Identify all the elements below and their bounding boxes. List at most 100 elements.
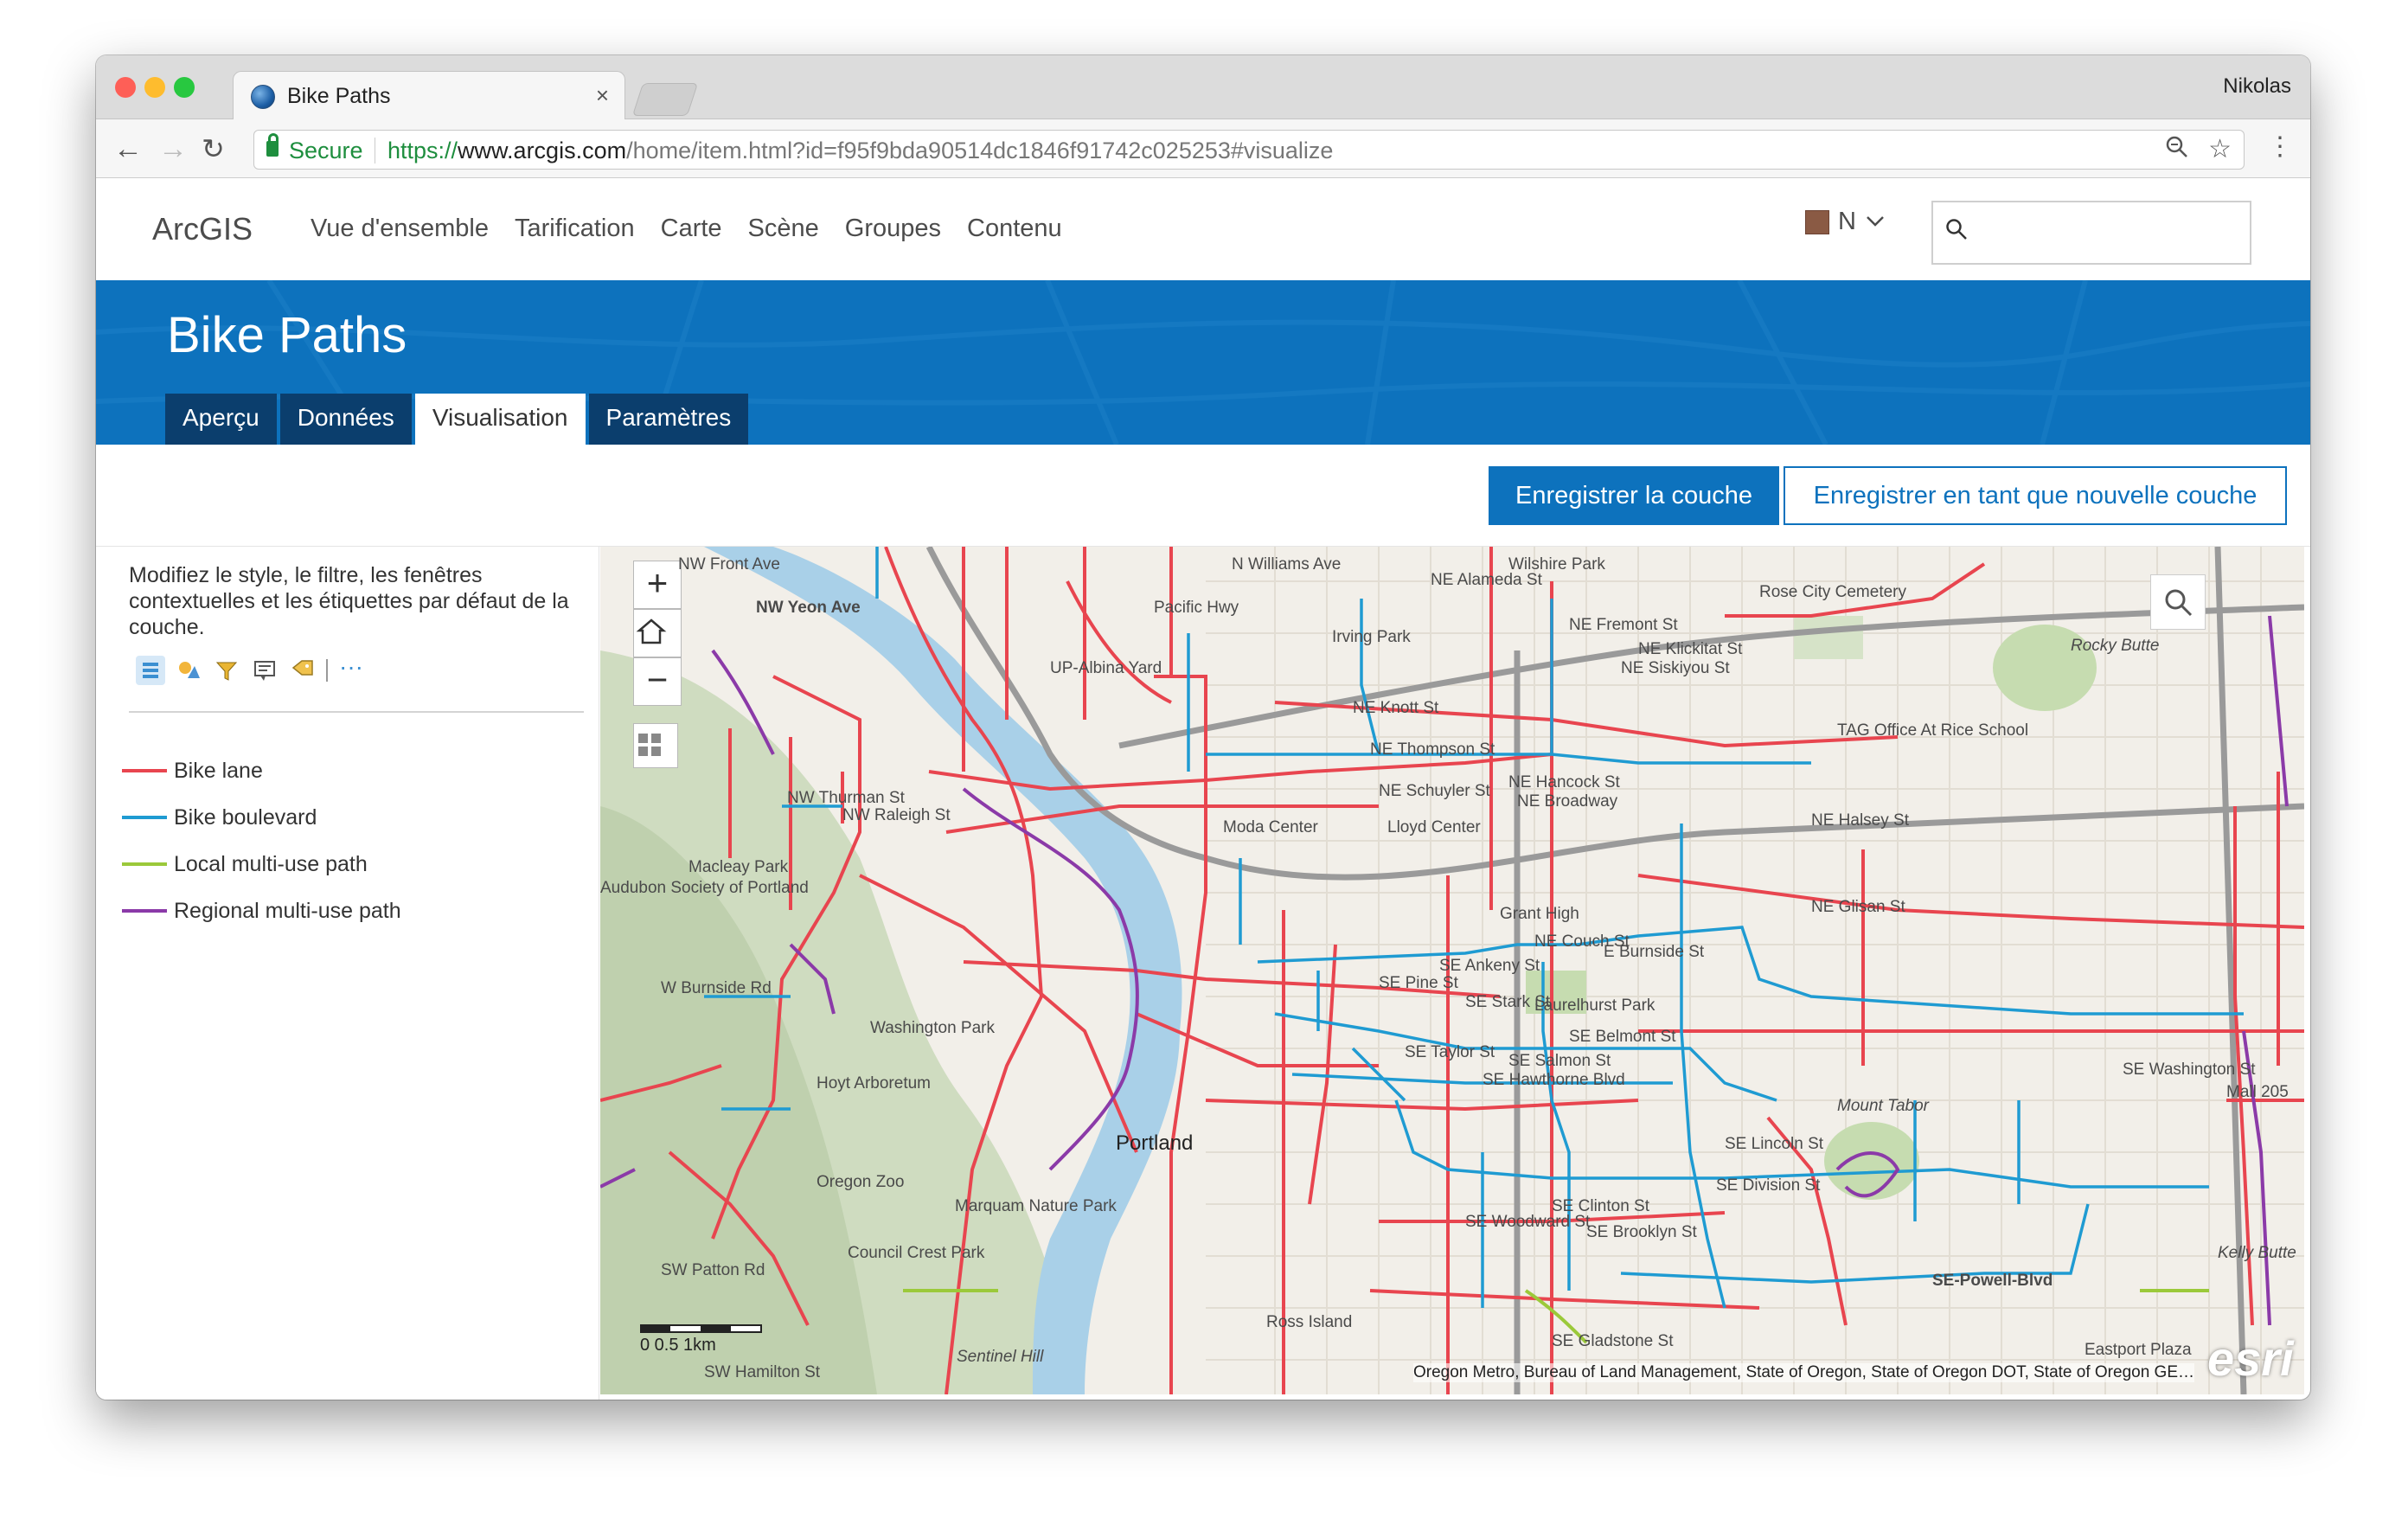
nav-groups[interactable]: Groupes <box>845 215 941 243</box>
map-label: SE Washington St <box>2123 1061 2256 1079</box>
map-label: NW Front Ave <box>678 555 780 574</box>
map-label: Irving Park <box>1332 628 1411 646</box>
map-label: Mall 205 <box>2226 1083 2289 1101</box>
reload-icon[interactable]: ↻ <box>202 131 225 166</box>
nav-content[interactable]: Contenu <box>967 215 1062 243</box>
map-label: Grant High <box>1500 905 1579 923</box>
tab-title: Bike Paths <box>287 84 391 108</box>
layer-style-icon[interactable] <box>136 656 165 685</box>
close-window-button[interactable] <box>115 77 136 98</box>
map-label: NW Yeon Ave <box>756 599 861 617</box>
map-label: Portland <box>1116 1131 1194 1155</box>
url-path: /home/item.html?id=f95f9bda90514dc1846f9… <box>626 138 1334 163</box>
map-label: SE Hawthorne Blvd <box>1483 1071 1625 1089</box>
map-search-button[interactable] <box>2150 574 2206 630</box>
map-label: NE Thompson St <box>1370 740 1495 759</box>
more-options-icon[interactable]: ··· <box>336 655 366 685</box>
tab-visualization[interactable]: Visualisation <box>414 394 586 445</box>
nav-pricing[interactable]: Tarification <box>515 215 635 243</box>
map-label: Washington Park <box>870 1019 995 1037</box>
map-label: NW Thurman St <box>787 789 905 807</box>
basemap-gallery-icon[interactable] <box>633 723 678 768</box>
filter-icon[interactable] <box>212 656 241 685</box>
rose-city-cemetery <box>1794 616 1863 659</box>
map-label: TAG Office At Rice School <box>1837 721 2029 740</box>
avatar <box>1805 209 1829 234</box>
profile-name[interactable]: Nikolas <box>2223 74 2291 99</box>
map-label: Mount Tabor <box>1837 1097 1929 1115</box>
map-label: SE-Powell-Blvd <box>1932 1272 2053 1290</box>
zoom-magnifier-icon[interactable] <box>2164 134 2190 167</box>
map-label: NE Schuyler St <box>1379 782 1490 800</box>
map-label: SE Taylor St <box>1405 1043 1495 1061</box>
browser-menu-icon[interactable]: ⋮ <box>2267 131 2293 162</box>
page-title: Bike Paths <box>167 307 407 363</box>
arcgis-header: ArcGIS Vue d'ensemble Tarification Carte… <box>96 178 2310 280</box>
labels-icon[interactable] <box>288 656 317 685</box>
url-text[interactable]: https://www.arcgis.com/home/item.html?id… <box>387 138 1333 164</box>
save-as-new-layer-button[interactable]: Enregistrer en tant que nouvelle couche <box>1784 466 2287 525</box>
browser-tab[interactable]: Bike Paths × <box>233 71 625 120</box>
map-label: SE Clinton St <box>1552 1197 1649 1215</box>
back-arrow-icon[interactable]: ← <box>113 131 143 166</box>
map-label: Rose City Cemetery <box>1759 583 1906 601</box>
map-label: N Williams Ave <box>1232 555 1342 574</box>
address-bar[interactable]: Secure https://www.arcgis.com/home/item.… <box>253 130 2245 170</box>
map-label: Eastport Plaza <box>2085 1341 2192 1359</box>
map-label: SW Patton Rd <box>661 1261 765 1279</box>
zoom-out-button[interactable]: − <box>633 657 682 706</box>
tab-settings[interactable]: Paramètres <box>588 394 749 445</box>
map-label: UP-Albina Yard <box>1050 659 1162 677</box>
popup-icon[interactable] <box>250 656 279 685</box>
action-bar: Enregistrer la couche Enregistrer en tan… <box>96 445 2310 547</box>
nav-scene[interactable]: Scène <box>748 215 819 243</box>
main-nav: Vue d'ensemble Tarification Carte Scène … <box>311 215 1062 243</box>
map-label: SE Gladstone St <box>1552 1332 1674 1350</box>
scale-bar-graphic <box>640 1324 762 1333</box>
nav-map[interactable]: Carte <box>661 215 722 243</box>
item-banner: Bike Paths Aperçu Données Visualisation … <box>96 280 2310 445</box>
map-label: Oregon Zoo <box>817 1173 905 1191</box>
lock-icon <box>266 133 279 157</box>
arcgis-logo[interactable]: ArcGIS <box>152 211 253 247</box>
map-label: Pacific Hwy <box>1154 599 1239 617</box>
map-label: Kelly Butte <box>2218 1244 2296 1262</box>
change-style-icon[interactable] <box>174 656 203 685</box>
map-label: Audubon Society of Portland <box>600 879 809 897</box>
tab-strip: Bike Paths × Nikolas <box>96 55 2310 120</box>
item-tabs: Aperçu Données Visualisation Paramètres <box>165 394 749 445</box>
map-view[interactable]: + − NW Front Ave NW Yeon Ave UP-Albina Y… <box>600 547 2304 1394</box>
url-host: www.arcgis.com <box>458 138 627 163</box>
legend-label: Bike lane <box>174 758 263 783</box>
zoom-in-button[interactable]: + <box>633 561 682 609</box>
tab-data[interactable]: Données <box>279 394 412 445</box>
map-label: Moda Center <box>1223 818 1318 836</box>
map-label: NE Halsey St <box>1811 811 1909 830</box>
tab-close-icon[interactable]: × <box>596 82 609 109</box>
new-tab-button[interactable] <box>631 83 699 116</box>
esri-logo[interactable]: esri <box>2207 1330 2294 1387</box>
save-layer-button[interactable]: Enregistrer la couche <box>1489 466 1779 525</box>
map-label: W Burnside Rd <box>661 979 772 997</box>
panel-description: Modifiez le style, le filtre, les fenêtr… <box>129 563 569 639</box>
user-menu[interactable]: N <box>1805 208 1886 236</box>
chevron-down-icon <box>1865 210 1886 234</box>
map-attribution[interactable]: Oregon Metro, Bureau of Land Management,… <box>1413 1363 2195 1382</box>
tab-overview[interactable]: Aperçu <box>165 394 277 445</box>
nav-overview[interactable]: Vue d'ensemble <box>311 215 489 243</box>
search-input[interactable] <box>1931 201 2251 265</box>
map-label: SE Belmont St <box>1569 1028 1676 1046</box>
map-label: NE Fremont St <box>1569 616 1678 634</box>
local-multi-use-path-swatch <box>122 862 167 866</box>
map-label: NW Raleigh St <box>842 806 951 824</box>
map-label: NE Glisan St <box>1811 898 1905 916</box>
minimize-window-button[interactable] <box>144 77 165 98</box>
zoom-window-button[interactable] <box>174 77 195 98</box>
legend-label: Local multi-use path <box>174 851 368 876</box>
map-label: SE Pine St <box>1379 974 1458 992</box>
home-icon[interactable] <box>633 609 682 657</box>
forward-arrow-icon[interactable]: → <box>158 131 188 166</box>
bookmark-star-icon[interactable]: ☆ <box>2208 134 2232 164</box>
map-label: NE Klickitat St <box>1638 640 1743 658</box>
layer-panel: Modifiez le style, le filtre, les fenêtr… <box>96 547 599 1400</box>
